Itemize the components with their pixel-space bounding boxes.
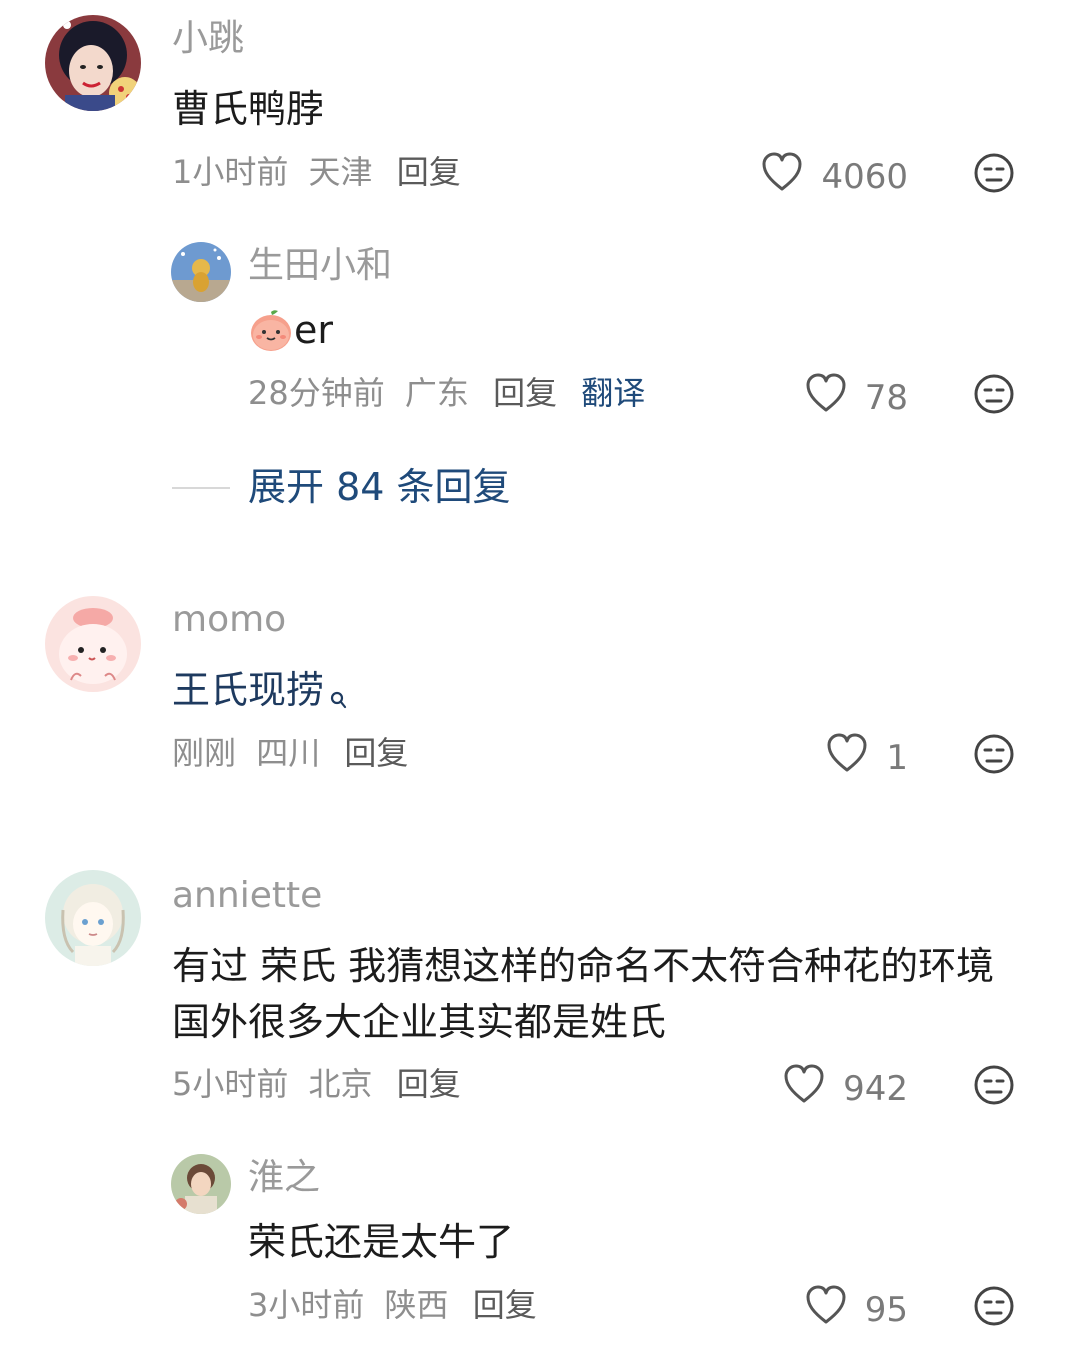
reply-button[interactable]: 回复 [397,1065,461,1103]
reply-meta: 3小时前 陕西 回复 [248,1285,537,1325]
reply-text: 荣氏还是太牛了 [248,1220,515,1264]
username[interactable]: 小跳 [172,17,244,61]
comment-time: 刚刚 [172,734,237,772]
reply-location: 广东 [404,374,469,412]
user-avatar[interactable] [45,596,141,692]
comment-location: 北京 [308,1065,373,1103]
comment-meta: 1小时前 天津 回复 [172,152,461,192]
neutral-face-icon[interactable] [973,733,1015,775]
comment-time: 1小时前 [172,153,289,191]
reply-button[interactable]: 回复 [473,1286,537,1324]
heart-outline-icon [761,152,821,201]
neutral-face-icon[interactable] [973,373,1015,415]
reply-location: 陕西 [384,1286,449,1324]
neutral-face-icon[interactable] [973,1285,1015,1327]
reply-username[interactable]: 生田小和 [248,244,392,288]
comment-item: momo 王氏现捞 刚刚 四川 回复 1 [0,590,1079,790]
reply-time: 3小时前 [248,1286,365,1324]
reply-time: 28分钟前 [248,374,385,412]
like-count: 4060 [821,156,908,197]
comment-location: 天津 [308,153,373,191]
like-count: 942 [843,1068,908,1109]
comment-text: 有过 荣氏 我猜想这样的命名不太符合种花的环境 国外很多大企业其实都是姓氏 [172,944,995,1044]
like-count: 1 [886,737,908,778]
reply-button[interactable]: 回复 [397,153,461,191]
like-button[interactable]: 95 [760,1285,908,1334]
like-count: 95 [864,1289,908,1330]
reply-text-content: er [294,308,334,352]
comment-item: anniette 有过 荣氏 我猜想这样的命名不太符合种花的环境 国外很多大企业… [0,860,1079,1360]
like-button[interactable]: 1 [760,733,908,782]
reply-meta: 28分钟前 广东 回复 翻译 [248,373,645,413]
like-button[interactable]: 942 [760,1064,908,1113]
comment-text-content[interactable]: 王氏现捞 [172,668,324,712]
heart-outline-icon [783,1064,843,1113]
comment-location: 四川 [256,734,321,772]
user-avatar[interactable] [45,870,141,966]
reply-text: er [248,302,333,358]
username[interactable]: anniette [172,874,322,918]
heart-outline-icon [805,373,865,422]
user-avatar[interactable] [45,15,141,111]
comment-text: 曹氏鸭脖 [172,87,325,131]
translate-button[interactable]: 翻译 [581,374,645,412]
search-icon[interactable] [330,670,348,726]
comment-item: 小跳 曹氏鸭脖 1小时前 天津 回复 4060 生田小和 er 28分钟前 广东… [0,0,1079,530]
like-button[interactable]: 78 [760,373,908,422]
comment-meta: 刚刚 四川 回复 [172,733,408,773]
heart-outline-icon [805,1285,865,1334]
comment-text[interactable]: 王氏现捞 [172,662,348,726]
reply-user-avatar[interactable] [171,242,231,302]
reply-button[interactable]: 回复 [344,734,408,772]
reply-user-avatar[interactable] [171,1154,231,1214]
heart-outline-icon [826,733,886,782]
neutral-face-icon[interactable] [973,1064,1015,1106]
like-button[interactable]: 4060 [760,152,908,201]
like-count: 78 [864,377,908,418]
reply-username[interactable]: 淮之 [248,1156,320,1200]
peach-face-emoji [248,307,294,353]
comment-time: 5小时前 [172,1065,289,1103]
comment-meta: 5小时前 北京 回复 [172,1064,461,1104]
neutral-face-icon[interactable] [973,152,1015,194]
reply-button[interactable]: 回复 [493,374,557,412]
expand-divider [172,487,230,489]
expand-replies-button[interactable]: 展开 84 条回复 [248,464,511,510]
username[interactable]: momo [172,598,286,642]
